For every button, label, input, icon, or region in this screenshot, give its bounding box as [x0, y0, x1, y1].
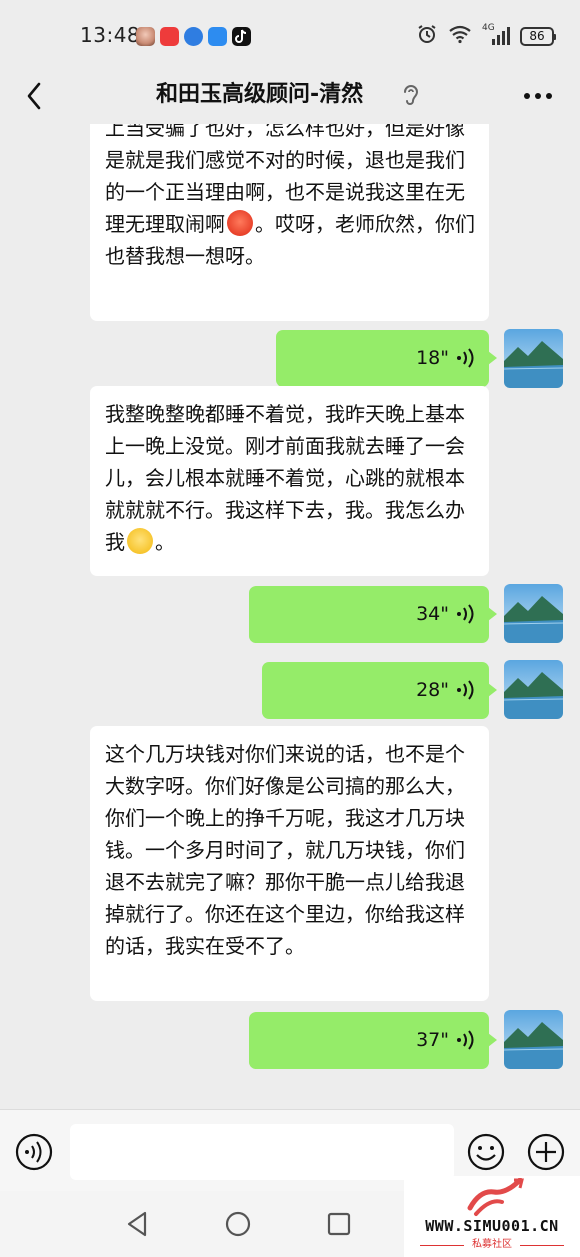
alarm-icon: [416, 23, 438, 49]
app-blue-icon: [184, 26, 203, 46]
watermark-divider: [520, 1245, 564, 1246]
voice-duration: 28": [416, 679, 449, 701]
voice-wave-icon: [457, 1030, 474, 1050]
status-app-icons: [136, 24, 251, 48]
app-avatar-icon: [136, 26, 155, 46]
voice-duration: 37": [416, 1029, 449, 1051]
watermark: WWW.SIMU001.CN 私募社区: [404, 1176, 580, 1257]
incoming-text-message[interactable]: 我整晚整晚都睡不着觉，我昨天晚上基本上一晚上没觉。刚才前面我就去睡了一会儿，会儿…: [90, 386, 489, 576]
voice-duration: 18": [416, 347, 449, 369]
plus-icon[interactable]: [526, 1132, 566, 1172]
more-dots-icon: [524, 93, 552, 99]
home-circle-icon[interactable]: [221, 1207, 255, 1241]
outgoing-voice-message[interactable]: 18": [276, 330, 497, 387]
crying-face-emoji: [127, 528, 153, 554]
outgoing-voice-message[interactable]: 28": [262, 662, 497, 719]
voice-duration: 34": [416, 603, 449, 625]
angry-face-emoji: [227, 210, 253, 236]
signal-icon: 4G: [482, 23, 510, 47]
my-avatar[interactable]: [504, 329, 563, 388]
status-time: 13:48: [80, 23, 141, 47]
chat-message-list[interactable]: 上当受骗了也好，怎么样也好，但是好像是就是我们感觉不对的时候，退也是我们的一个正…: [0, 124, 580, 1109]
wifi-icon: [448, 24, 472, 48]
voice-wave-icon: [457, 348, 474, 368]
title-bar: 和田玉高级顾问-清然: [0, 68, 580, 124]
status-system-icons: 4G 86: [416, 23, 556, 49]
tiktok-icon: [232, 26, 251, 46]
watermark-url: WWW.SIMU001.CN: [425, 1217, 559, 1235]
voice-mode-icon[interactable]: [14, 1132, 54, 1172]
voice-wave-icon: [457, 680, 474, 700]
chat-title: 和田玉高级顾问-清然: [156, 82, 364, 107]
incoming-text-message[interactable]: 上当受骗了也好，怎么样也好，但是好像是就是我们感觉不对的时候，退也是我们的一个正…: [90, 124, 489, 321]
emoji-icon[interactable]: [466, 1132, 506, 1172]
back-triangle-icon[interactable]: [121, 1207, 155, 1241]
message-text: 。: [155, 530, 175, 554]
status-bar: 13:48 4G 86: [0, 0, 580, 68]
app-red-icon: [160, 26, 179, 46]
my-avatar[interactable]: [504, 584, 563, 643]
my-avatar[interactable]: [504, 660, 563, 719]
voice-wave-icon: [457, 604, 474, 624]
back-button[interactable]: [14, 74, 54, 118]
watermark-logo-icon: [467, 1178, 524, 1216]
outgoing-voice-message[interactable]: 34": [249, 586, 497, 643]
more-button[interactable]: [518, 76, 558, 116]
chevron-left-icon: [27, 82, 41, 110]
recents-square-icon[interactable]: [322, 1207, 356, 1241]
message-text: 这个几万块钱对你们来说的话，也不是个大数字呀。你们好像是公司搞的那么大，你们一个…: [105, 742, 465, 958]
battery-icon: 86: [520, 26, 556, 46]
app-cloud-icon: [208, 26, 227, 46]
earpiece-icon: [404, 85, 419, 105]
message-input[interactable]: [70, 1124, 454, 1180]
my-avatar[interactable]: [504, 1010, 563, 1069]
incoming-text-message[interactable]: 这个几万块钱对你们来说的话，也不是个大数字呀。你们好像是公司搞的那么大，你们一个…: [90, 726, 489, 1001]
outgoing-voice-message[interactable]: 37": [249, 1012, 497, 1069]
